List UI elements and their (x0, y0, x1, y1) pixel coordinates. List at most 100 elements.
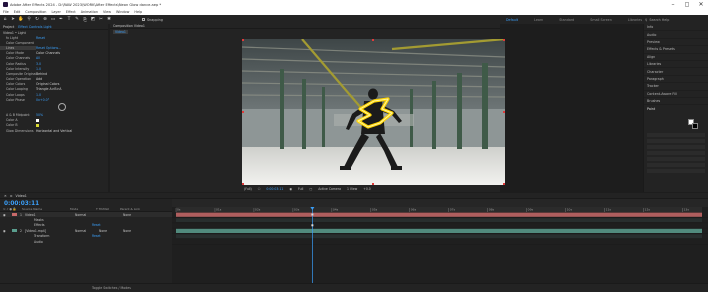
panel-paragraph[interactable]: Paragraph (644, 76, 708, 84)
quality-select[interactable]: Full (298, 187, 303, 191)
snapshot-icon[interactable]: ◉ (289, 187, 292, 191)
panel-paint[interactable]: Paint (644, 105, 708, 112)
menu-composition[interactable]: Composition (25, 10, 46, 14)
workspace-default[interactable]: Default (506, 18, 518, 22)
menu-help[interactable]: Help (134, 10, 142, 14)
source-name-header[interactable]: Source Name (22, 207, 70, 211)
hand-icon[interactable]: ✋ (18, 17, 24, 23)
zoom-icon[interactable]: ⚲ (26, 17, 32, 23)
type-icon[interactable]: T (66, 17, 72, 23)
workspace-libraries[interactable]: Libraries (628, 18, 642, 22)
panel-brushes[interactable]: Brushes (644, 98, 708, 106)
reset-link[interactable]: Reset (92, 223, 101, 227)
menu-edit[interactable]: Edit (14, 10, 21, 14)
layer-trkmat[interactable]: None (99, 229, 123, 233)
panel-align[interactable]: Align (644, 54, 708, 61)
property-bar[interactable] (176, 218, 702, 222)
color-b-swatch[interactable] (36, 123, 39, 127)
bg-color-swatch[interactable] (692, 122, 698, 129)
puppet-icon[interactable]: ✱ (106, 17, 112, 23)
menu-icon[interactable]: ≡ (10, 194, 13, 198)
panel-libraries[interactable]: Libraries (644, 61, 708, 69)
reset-link[interactable]: Reset (92, 234, 101, 238)
rectangle-icon[interactable]: ▭ (50, 17, 56, 23)
toggle-switches-modes[interactable]: Toggle Switches / Modes (92, 286, 131, 290)
menu-view[interactable]: View (103, 10, 111, 14)
timeline-timecode[interactable]: 0:00:03:11 (0, 199, 172, 207)
selection-icon[interactable]: ➤ (10, 17, 16, 23)
eraser-icon[interactable]: ◩ (90, 17, 96, 23)
search-help[interactable]: ⚲ Search Help (645, 17, 703, 22)
visibility-icon[interactable]: ◉ (0, 229, 12, 233)
trkmat-header[interactable]: T TrkMat (96, 207, 120, 211)
layer-parent[interactable]: None (123, 229, 131, 233)
effect-row[interactable]: Glow Dimensions Horizontal and Vertical (0, 128, 108, 133)
workspace-standard[interactable]: Standard (559, 18, 574, 22)
panel-effects-presets[interactable]: Effects & Presets (644, 46, 708, 54)
layer-name[interactable]: [Video1.mp4] (25, 229, 75, 233)
layer-bar[interactable] (176, 228, 702, 233)
property-bar[interactable] (176, 234, 702, 239)
visibility-icon[interactable]: ◉ (0, 213, 12, 217)
roto-icon[interactable]: ✂ (98, 17, 104, 23)
panel-info[interactable]: Info (644, 24, 708, 32)
close-button[interactable]: ✕ (694, 0, 708, 9)
layer-mode[interactable]: Normal (75, 229, 99, 233)
keyframe-marker (311, 213, 314, 216)
camera-select[interactable]: Active Camera (318, 187, 341, 191)
work-area-bar[interactable] (172, 199, 708, 207)
menu-effect[interactable]: Effect (66, 10, 76, 14)
layer-prop-name[interactable]: Effects (34, 223, 92, 227)
brush-icon[interactable]: ✎ (74, 17, 80, 23)
timeline-tracks[interactable]: 0s 01s 02s 03s 04s 05s 06s 07s 08s 09s 10s 11s 12s 13… (172, 199, 708, 283)
maximize-button[interactable]: ◻ (680, 0, 694, 9)
color-a-swatch[interactable] (36, 118, 39, 122)
phase-dial[interactable] (0, 102, 108, 112)
layer-name[interactable]: Video1 (25, 213, 75, 217)
home-icon[interactable]: ⌂ (2, 17, 8, 23)
comp-timecode[interactable]: 0:00:03:11 (266, 187, 283, 191)
label-color[interactable] (12, 213, 17, 217)
tab-project[interactable]: Project (3, 25, 14, 29)
workspace-small-screen[interactable]: Small Screen (590, 18, 612, 22)
composition-viewer[interactable] (242, 39, 505, 185)
tab-effect-controls[interactable]: Effect Controls Light (18, 25, 51, 29)
zoom-select[interactable]: (Full) (244, 187, 252, 191)
panel-tracker[interactable]: Tracker (644, 83, 708, 91)
pen-icon[interactable]: ✒ (58, 17, 64, 23)
parent-header[interactable]: Parent & Link (120, 207, 150, 211)
layer-mode[interactable]: Normal (75, 213, 123, 217)
panel-preview[interactable]: Preview (644, 39, 708, 47)
close-icon[interactable]: ✕ (4, 194, 7, 198)
app-logo-icon (3, 2, 8, 7)
minimize-button[interactable]: – (666, 0, 680, 9)
ruler-label: 12s (645, 208, 651, 212)
menu-window[interactable]: Window (116, 10, 129, 14)
menu-animation[interactable]: Animation (81, 10, 98, 14)
layer-parent[interactable]: None (123, 213, 131, 217)
layer-prop-name[interactable]: Masks (34, 218, 44, 222)
workspace-learn[interactable]: Learn (534, 18, 543, 22)
tab-composition[interactable]: Composition Video1 (113, 24, 145, 28)
mode-header[interactable]: Mode (70, 207, 96, 211)
tab-timeline-video1[interactable]: Video1 (16, 194, 27, 198)
menu-layer[interactable]: Layer (51, 10, 60, 14)
comp-breadcrumb[interactable]: Video1 (113, 29, 128, 34)
snapping-toggle[interactable]: Snapping (142, 18, 163, 22)
views-select[interactable]: 1 View (347, 187, 357, 191)
orbit-icon[interactable]: ↻ (34, 17, 40, 23)
label-color[interactable] (12, 229, 17, 233)
layer-bar[interactable] (176, 212, 702, 217)
pan-behind-icon[interactable]: ⊕ (42, 17, 48, 23)
menu-file[interactable]: File (3, 10, 9, 14)
offset-value[interactable]: +0.0 (363, 187, 371, 191)
layer-prop-name[interactable]: Audio (34, 240, 43, 244)
layer-prop-name[interactable]: Transform (34, 234, 92, 238)
panel-character[interactable]: Character (644, 68, 708, 76)
clone-icon[interactable]: ⎘ (82, 17, 88, 23)
camera-icon[interactable]: ⎔ (258, 187, 261, 191)
table-row[interactable]: Audio (0, 239, 172, 244)
region-icon[interactable]: ▢ (309, 187, 312, 191)
panel-audio[interactable]: Audio (644, 31, 708, 39)
panel-content-aware-fill[interactable]: Content-Aware Fill (644, 91, 708, 98)
